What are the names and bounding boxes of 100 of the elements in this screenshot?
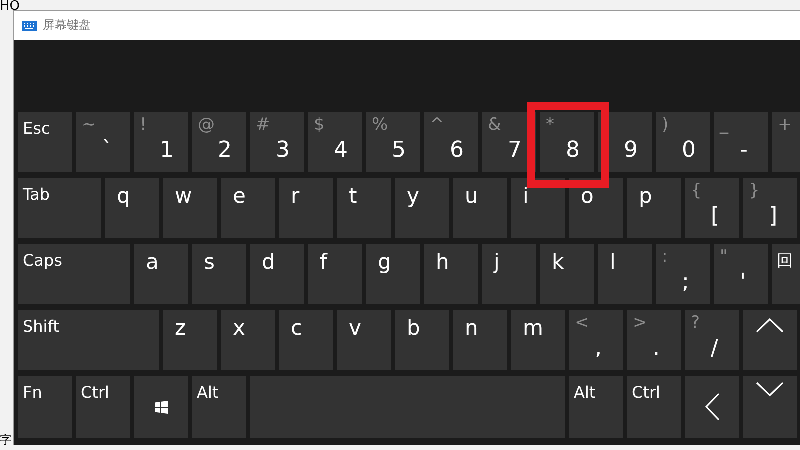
keyboard-key[interactable]: m (511, 310, 565, 370)
keyboard-key[interactable]: Ctrl (627, 376, 681, 438)
keyboard-key[interactable]: * 8 (540, 112, 594, 172)
keyboard-key[interactable]: ~ ` (76, 112, 130, 172)
shift-symbol: " (720, 247, 728, 267)
keyboard-key[interactable]: Alt (192, 376, 246, 438)
keyboard-key[interactable]: r (279, 178, 333, 238)
keyboard-key[interactable]: h (424, 244, 478, 304)
keyboard-key[interactable]: { [ (685, 178, 739, 238)
shift-symbol: { (691, 181, 702, 201)
keyboard-key[interactable]: c (279, 310, 333, 370)
shift-symbol: * (546, 115, 554, 135)
shift-symbol: @ (198, 115, 215, 135)
keyboard-key[interactable]: l (598, 244, 652, 304)
key-character: 3 (276, 138, 290, 163)
keyboard-key[interactable]: > . (627, 310, 681, 370)
shift-symbol: ! (140, 115, 147, 135)
keyboard-key[interactable]: o (569, 178, 623, 238)
space-key[interactable] (250, 376, 565, 438)
key-character: 2 (218, 138, 232, 163)
keyboard-key[interactable]: % 5 (366, 112, 420, 172)
keyboard-key[interactable]: n (453, 310, 507, 370)
keyboard-key[interactable]: i (511, 178, 565, 238)
keyboard-key[interactable]: Ctrl (76, 376, 130, 438)
keyboard-key[interactable]: z (163, 310, 217, 370)
key-character: 6 (450, 138, 464, 163)
up-chevron-icon (756, 318, 784, 333)
window-title: 屏幕键盘 (43, 17, 91, 34)
keyboard-key[interactable]: $ 4 (308, 112, 362, 172)
key-character: ` (102, 138, 113, 163)
key-character: 1 (160, 138, 174, 163)
key-character: 9 (624, 138, 638, 163)
keyboard-icon (22, 20, 37, 30)
shift-symbol: ) (662, 115, 669, 135)
shift-symbol: & (488, 115, 502, 135)
shift-symbol: } (749, 181, 760, 201)
shift-symbol: : (662, 247, 668, 267)
keyboard-key[interactable]: p (627, 178, 681, 238)
keyboard-key[interactable]: k (540, 244, 594, 304)
keyboard-key[interactable]: d (250, 244, 304, 304)
keyboard-key[interactable]: Caps (18, 244, 130, 304)
key-character: 8 (566, 138, 580, 163)
key-character: 7 (508, 138, 522, 163)
shift-symbol: # (256, 115, 270, 135)
keyboard-key[interactable]: j (482, 244, 536, 304)
keyboard-key[interactable]: : ; (656, 244, 710, 304)
keyboard-key[interactable]: s (192, 244, 246, 304)
keyboard-key[interactable]: ! 1 (134, 112, 188, 172)
keyboard-key[interactable]: ) 0 (656, 112, 710, 172)
left-chevron-icon (704, 393, 720, 421)
keyboard-key[interactable]: v (337, 310, 391, 370)
keyboard-key[interactable]: y (395, 178, 449, 238)
keyboard-key[interactable]: < , (569, 310, 623, 370)
key-character: 4 (334, 138, 348, 163)
keyboard-key[interactable]: Tab (18, 178, 101, 238)
shift-symbol: ? (691, 313, 700, 333)
keyboard-key[interactable]: 回 (772, 244, 800, 304)
key-character: 0 (682, 138, 696, 163)
key-character: - (740, 138, 748, 163)
key-character: 5 (392, 138, 406, 163)
keyboard-key[interactable]: q (105, 178, 159, 238)
keyboard-key[interactable]: Alt (569, 376, 623, 438)
keyboard-key[interactable]: Esc (18, 112, 72, 172)
keyboard-key[interactable]: ^ 6 (424, 112, 478, 172)
shift-symbol: $ (314, 115, 325, 135)
key-character: / (711, 336, 718, 361)
document-text: HO (0, 0, 20, 14)
shift-symbol: + (778, 115, 792, 135)
keyboard-key[interactable]: @ 2 (192, 112, 246, 172)
shift-symbol: % (372, 115, 388, 135)
shift-symbol: _ (720, 115, 728, 135)
keyboard-key[interactable]: Shift (18, 310, 159, 370)
key-character: ' (740, 270, 746, 295)
shift-symbol: ~ (82, 115, 96, 135)
keyboard-key[interactable]: } ] (743, 178, 797, 238)
keyboard-key[interactable]: x (221, 310, 275, 370)
keyboard-key[interactable]: f (308, 244, 362, 304)
key-character: ; (682, 270, 690, 295)
key-character: ] (769, 204, 778, 229)
keyboard-key[interactable]: _ - (714, 112, 768, 172)
key-character: [ (711, 204, 720, 229)
keyboard-key[interactable]: g (366, 244, 420, 304)
keyboard-key[interactable]: a (134, 244, 188, 304)
keyboard-key[interactable]: b (395, 310, 449, 370)
shift-symbol: > (633, 313, 648, 333)
down-chevron-icon (756, 382, 784, 397)
key-character: , (595, 336, 602, 361)
document-text: 字 (0, 432, 12, 449)
shift-symbol: ^ (430, 115, 444, 135)
keyboard-key[interactable]: u (453, 178, 507, 238)
keyboard-key[interactable]: ? / (685, 310, 739, 370)
keyboard-key[interactable]: t (337, 178, 391, 238)
key-character: . (653, 336, 660, 361)
keyboard-key[interactable]: e (221, 178, 275, 238)
keyboard-key[interactable]: " ' (714, 244, 768, 304)
keyboard-key[interactable] (134, 376, 188, 438)
keyboard-key[interactable]: w (163, 178, 217, 238)
keyboard-key[interactable]: + (772, 112, 800, 172)
keyboard-key[interactable]: Fn (18, 376, 72, 438)
keyboard-key[interactable]: # 3 (250, 112, 304, 172)
